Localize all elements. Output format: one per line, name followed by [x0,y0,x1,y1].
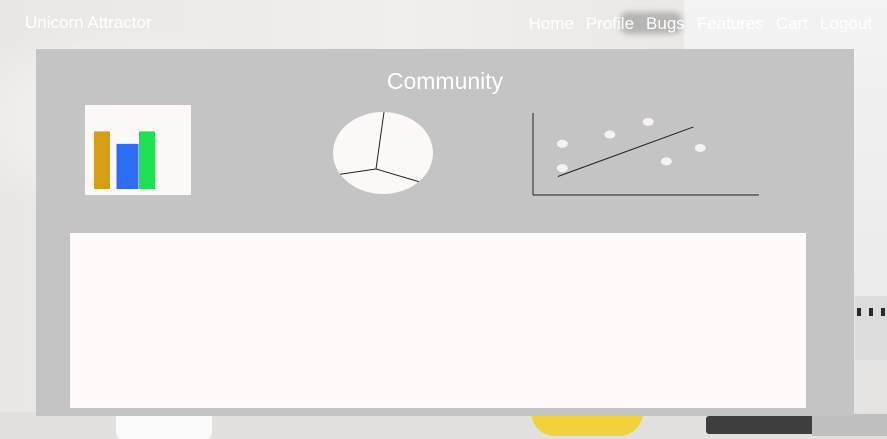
scatter-point-3 [604,130,616,139]
scatter-point-2 [556,164,568,173]
community-content-area [70,233,806,408]
scatter-point-6 [694,143,706,152]
community-panel: Community [36,49,854,416]
nav-profile[interactable]: Profile [586,14,634,34]
background-monitor-ports [855,296,887,360]
background-book [812,414,887,436]
scatter-trendline [557,126,694,177]
bar-1 [94,131,110,189]
bar-3 [139,131,155,189]
nav-features[interactable]: Features [697,14,764,34]
top-navbar: Unicorn Attractor Home Profile Bugs Feat… [0,0,887,48]
bar-chart [85,105,191,195]
bar-2 [116,143,139,189]
brand-link[interactable]: Unicorn Attractor [25,13,152,33]
scatter-point-1 [556,139,568,148]
background-phone [706,416,816,434]
nav-logout[interactable]: Logout [820,14,872,34]
scatter-point-4 [642,117,654,126]
nav-home[interactable]: Home [528,14,573,34]
nav-cart[interactable]: Cart [776,14,808,34]
scatter-chart [532,113,759,196]
pie-chart [333,111,433,194]
nav-bugs[interactable]: Bugs [646,14,685,34]
scatter-point-5 [660,157,672,166]
main-nav: Home Profile Bugs Features Cart Logout [516,14,872,34]
page-title: Community [386,68,504,94]
